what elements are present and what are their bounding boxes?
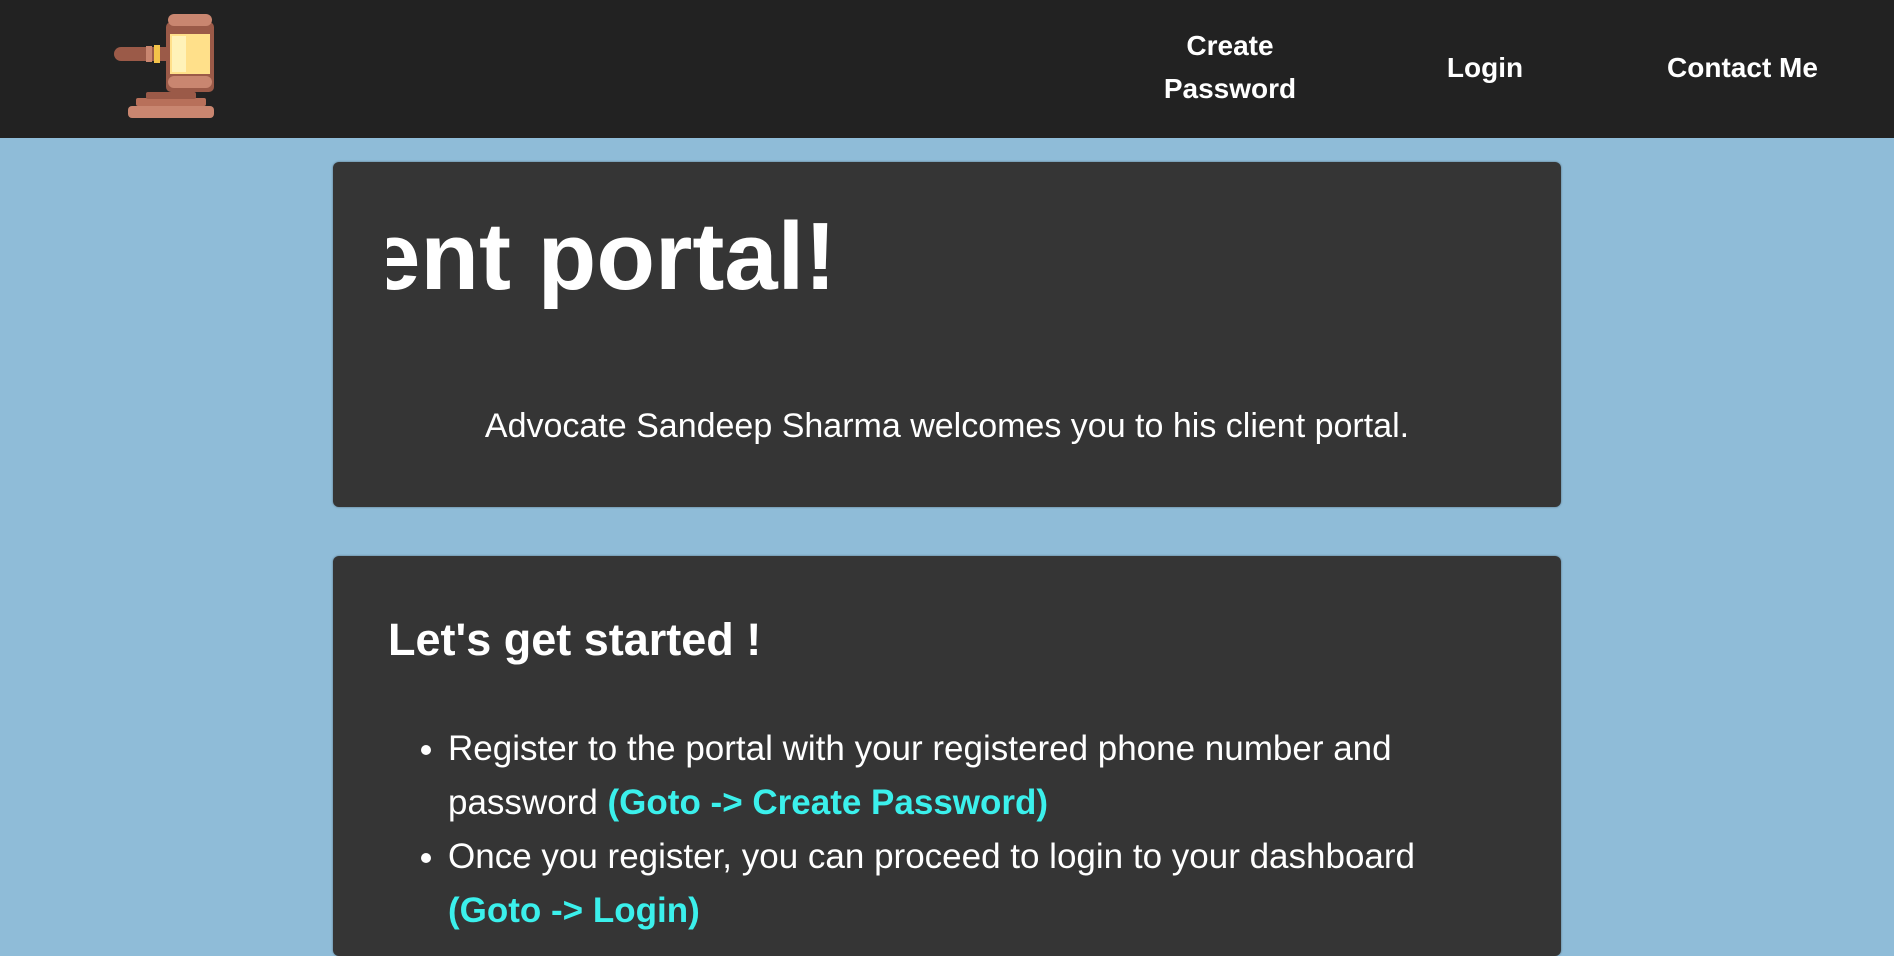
welcome-card: ent portal! Advocate Sandeep Sharma welc… <box>333 162 1561 507</box>
goto-login-link[interactable]: (Goto -> Login) <box>448 891 700 930</box>
nav-create-password[interactable]: Create Password <box>1150 24 1310 110</box>
navbar: Create Password Login Contact Me <box>0 0 1894 138</box>
step-text: Once you register, you can proceed to lo… <box>448 837 1415 876</box>
welcome-subtitle: Advocate Sandeep Sharma welcomes you to … <box>484 407 1410 445</box>
getting-started-card: Let's get started ! Register to the port… <box>333 556 1561 956</box>
nav-contact-me[interactable]: Contact Me <box>1650 46 1835 89</box>
marquee-title: ent portal! <box>387 203 837 310</box>
nav-create-password-line1[interactable]: Create <box>1186 30 1273 61</box>
marquee-title-container: ent portal! <box>387 182 1507 342</box>
list-item: Register to the portal with your registe… <box>448 722 1508 830</box>
gavel-icon[interactable] <box>110 12 222 122</box>
nav-create-password-line2[interactable]: Password <box>1164 73 1296 104</box>
list-item: Once you register, you can proceed to lo… <box>448 830 1508 938</box>
getting-started-heading: Let's get started ! <box>388 614 762 665</box>
nav-login[interactable]: Login <box>1430 46 1540 89</box>
goto-create-password-link[interactable]: (Goto -> Create Password) <box>608 783 1049 822</box>
